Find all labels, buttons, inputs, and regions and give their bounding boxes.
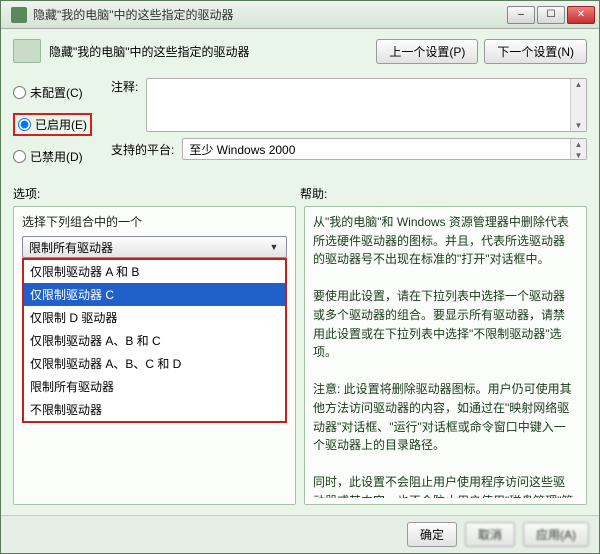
radio-enabled-label: 已启用(E) [35, 116, 87, 133]
drive-combo-option[interactable]: 仅限制驱动器 A、B、C 和 D [24, 352, 285, 375]
platform-box: 至少 Windows 2000 ▲ ▼ [182, 138, 587, 160]
help-panel: 从"我的电脑"和 Windows 资源管理器中删除代表所选硬件驱动器的图标。并且… [304, 206, 587, 505]
help-label: 帮助: [300, 185, 587, 202]
chevron-down-icon: ▼ [266, 242, 282, 252]
radio-enabled[interactable]: 已启用(E) [13, 113, 92, 136]
radio-not-configured[interactable]: 未配置(C) [13, 84, 95, 101]
window-controls [507, 6, 595, 24]
radio-enabled-input[interactable] [18, 118, 31, 131]
radio-disabled-input[interactable] [13, 150, 26, 163]
drive-combo-option[interactable]: 仅限制 D 驱动器 [24, 306, 285, 329]
drive-combo-list[interactable]: 仅限制驱动器 A 和 B仅限制驱动器 C仅限制 D 驱动器仅限制驱动器 A、B … [22, 258, 287, 423]
drive-combo-option[interactable]: 限制所有驱动器 [24, 375, 285, 398]
drive-combo-option[interactable]: 不限制驱动器 [24, 398, 285, 421]
radio-disabled-label: 已禁用(D) [30, 148, 83, 165]
scroll-down-icon[interactable]: ▼ [574, 150, 584, 161]
policy-title: 隐藏"我的电脑"中的这些指定的驱动器 [49, 43, 250, 60]
config-row: 未配置(C) 已启用(E) 已禁用(D) 注释: ▲ [13, 78, 587, 171]
platform-label: 支持的平台: [111, 141, 174, 158]
comment-textarea[interactable]: ▲ ▼ [146, 78, 587, 132]
platform-value: 至少 Windows 2000 [189, 141, 295, 158]
dialog-window: 隐藏"我的电脑"中的这些指定的驱动器 隐藏"我的电脑"中的这些指定的驱动器 上一… [0, 0, 600, 554]
scroll-up-icon[interactable]: ▲ [574, 79, 584, 90]
next-setting-button[interactable]: 下一个设置(N) [484, 39, 587, 64]
close-button[interactable] [567, 6, 595, 24]
drive-combo-option[interactable]: 仅限制驱动器 A、B 和 C [24, 329, 285, 352]
platform-scrollbar[interactable]: ▲ ▼ [570, 139, 586, 159]
cancel-button[interactable]: 取消 [465, 522, 515, 547]
drive-combo-value: 限制所有驱动器 [29, 239, 113, 256]
window-title: 隐藏"我的电脑"中的这些指定的驱动器 [33, 6, 507, 23]
radio-disabled[interactable]: 已禁用(D) [13, 148, 95, 165]
radio-not-configured-input[interactable] [13, 86, 26, 99]
header-row: 隐藏"我的电脑"中的这些指定的驱动器 上一个设置(P) 下一个设置(N) [13, 39, 587, 64]
radio-not-configured-label: 未配置(C) [30, 84, 83, 101]
comment-scrollbar[interactable]: ▲ ▼ [570, 79, 586, 131]
scroll-down-icon[interactable]: ▼ [574, 120, 584, 131]
scroll-up-icon[interactable]: ▲ [574, 139, 584, 150]
lower-panels: 选择下列组合中的一个 限制所有驱动器 ▼ 仅限制驱动器 A 和 B仅限制驱动器 … [13, 206, 587, 505]
drive-combo-option[interactable]: 仅限制驱动器 A 和 B [24, 260, 285, 283]
content-area: 隐藏"我的电脑"中的这些指定的驱动器 上一个设置(P) 下一个设置(N) 未配置… [1, 29, 599, 515]
comment-label: 注释: [111, 78, 138, 95]
options-panel: 选择下列组合中的一个 限制所有驱动器 ▼ 仅限制驱动器 A 和 B仅限制驱动器 … [13, 206, 296, 505]
drive-combo-option[interactable]: 仅限制驱动器 C [24, 283, 285, 306]
section-labels: 选项: 帮助: [13, 185, 587, 202]
footer: 确定 取消 应用(A) [1, 515, 599, 553]
options-label: 选项: [13, 185, 300, 202]
ok-button[interactable]: 确定 [407, 522, 457, 547]
maximize-button[interactable] [537, 6, 565, 24]
help-text[interactable]: 从"我的电脑"和 Windows 资源管理器中删除代表所选硬件驱动器的图标。并且… [313, 213, 578, 498]
radio-group: 未配置(C) 已启用(E) 已禁用(D) [13, 78, 95, 171]
policy-icon [13, 39, 41, 63]
app-icon [11, 7, 27, 23]
apply-button[interactable]: 应用(A) [523, 522, 589, 547]
titlebar[interactable]: 隐藏"我的电脑"中的这些指定的驱动器 [1, 1, 599, 29]
previous-setting-button[interactable]: 上一个设置(P) [376, 39, 478, 64]
options-title: 选择下列组合中的一个 [22, 213, 287, 230]
drive-combo[interactable]: 限制所有驱动器 ▼ [22, 236, 287, 258]
minimize-button[interactable] [507, 6, 535, 24]
